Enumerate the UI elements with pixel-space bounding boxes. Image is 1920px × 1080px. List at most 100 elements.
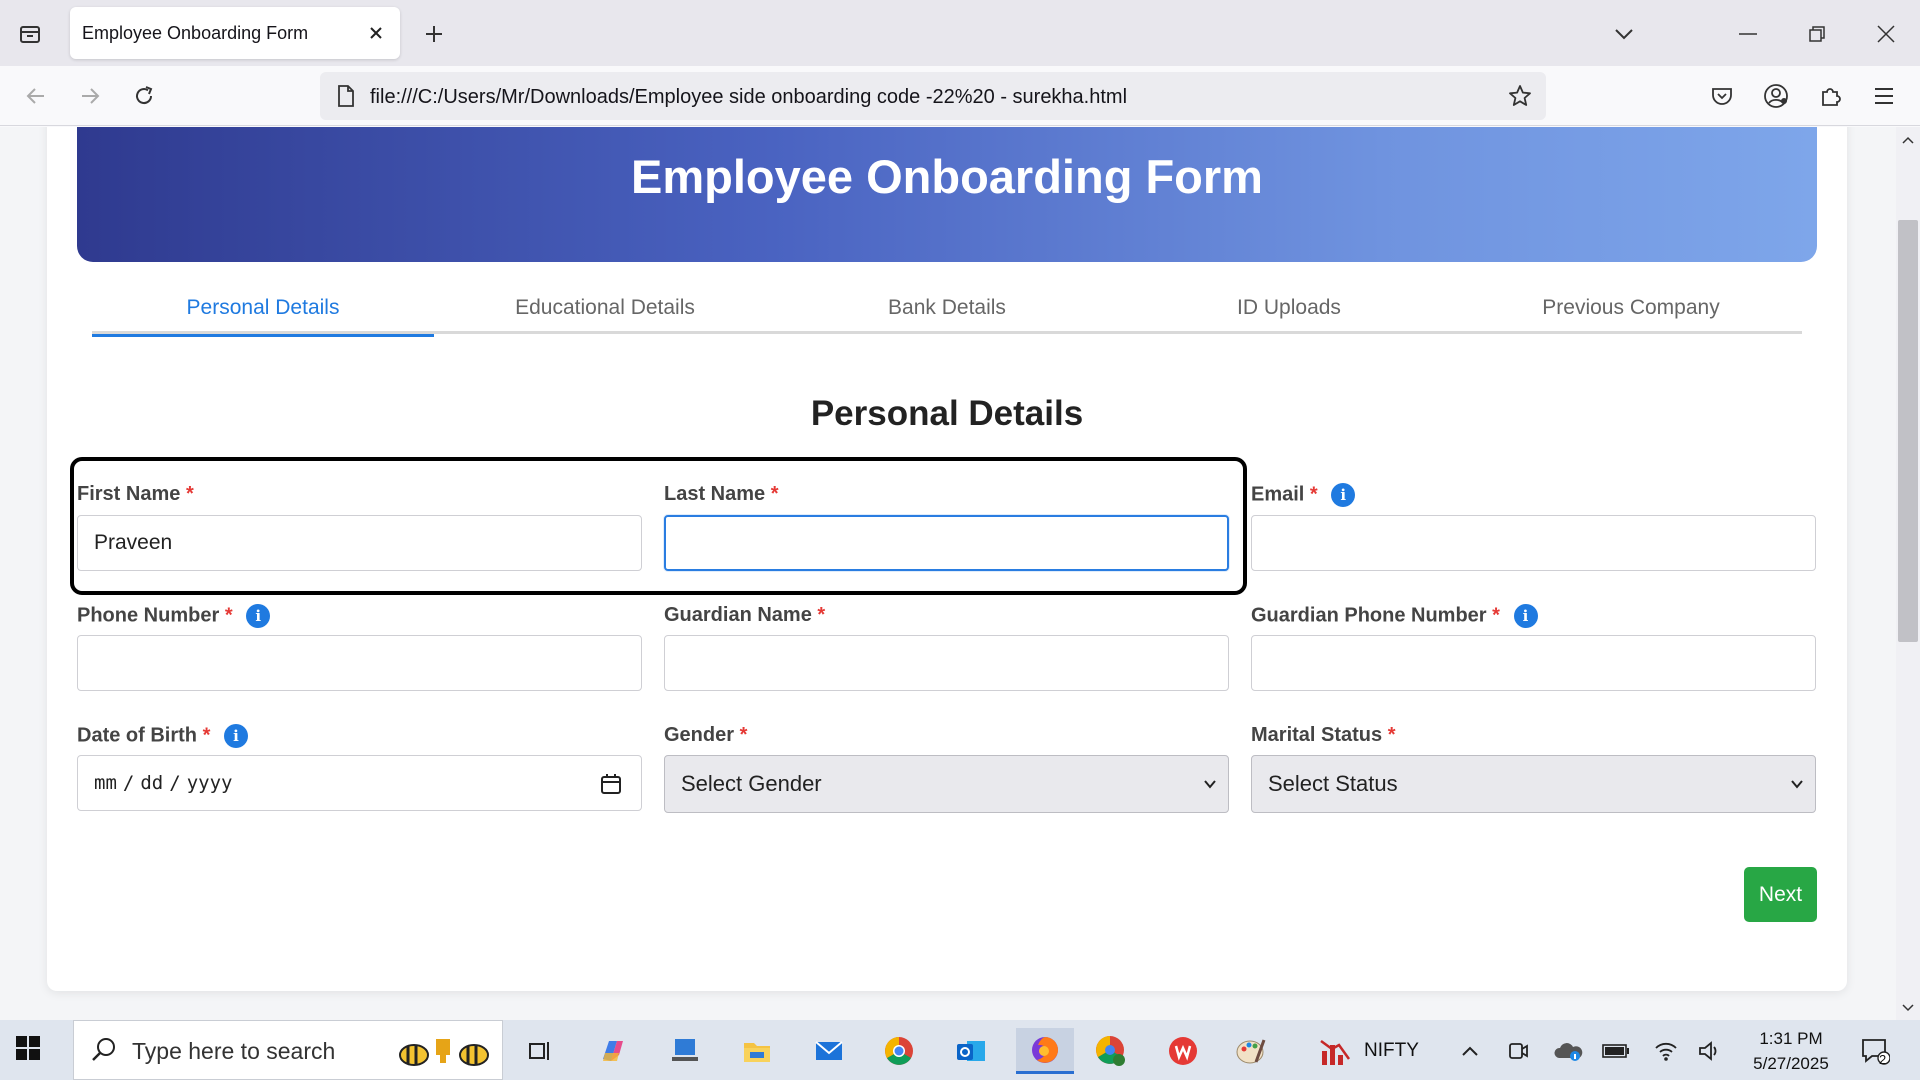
onedrive-icon[interactable]	[1546, 1028, 1590, 1074]
copilot-icon[interactable]	[590, 1028, 636, 1074]
form-card: Employee Onboarding Form Personal Detail…	[47, 127, 1847, 991]
required-asterisk: *	[1387, 724, 1396, 746]
battery-icon[interactable]	[1594, 1028, 1638, 1074]
volume-icon[interactable]	[1688, 1028, 1732, 1074]
wifi-icon[interactable]	[1644, 1028, 1688, 1074]
chevron-down-icon	[1204, 780, 1216, 789]
guardian-name-label: Guardian Name *	[664, 604, 825, 627]
email-input[interactable]	[1251, 515, 1816, 571]
dob-month-segment[interactable]: mm	[94, 772, 117, 794]
dob-info-icon[interactable]: i	[223, 724, 248, 748]
search-highlight-bees-icon	[390, 1033, 498, 1074]
paint-icon[interactable]	[1228, 1028, 1274, 1074]
dob-label: Date of Birth * i	[77, 724, 248, 748]
required-asterisk: *	[1309, 483, 1318, 506]
annotation-highlight-box	[70, 457, 1247, 595]
menu-hamburger-icon[interactable]	[1866, 78, 1902, 114]
guardian-phone-info-icon[interactable]: i	[1513, 604, 1538, 628]
phone-info-icon[interactable]: i	[246, 604, 271, 628]
windows-start-icon[interactable]	[14, 1034, 46, 1066]
bookmark-star-icon[interactable]	[1506, 82, 1534, 110]
marital-status-selected-value: Select Status	[1268, 771, 1398, 796]
url-bar[interactable]: file:///C:/Users/Mr/Downloads/Employee s…	[320, 72, 1546, 120]
section-title: Personal Details	[810, 394, 1084, 433]
clock-date: 5/27/2025	[1753, 1054, 1829, 1073]
tab-list-icon[interactable]	[14, 18, 46, 50]
notification-center-icon[interactable]: 2	[1852, 1028, 1898, 1074]
search-placeholder: Type here to search	[132, 1038, 336, 1064]
taskbar-clock[interactable]: 1:31 PM 5/27/2025	[1736, 1026, 1846, 1076]
url-text[interactable]: file:///C:/Users/Mr/Downloads/Employee s…	[370, 86, 1127, 109]
next-button[interactable]: Next	[1744, 867, 1817, 922]
dob-day-segment[interactable]: dd	[140, 772, 163, 794]
account-icon[interactable]	[1758, 78, 1794, 114]
nifty-label[interactable]: NIFTY	[1364, 1040, 1419, 1062]
outlook-icon[interactable]	[948, 1028, 994, 1074]
pocket-icon[interactable]	[1704, 78, 1740, 114]
required-asterisk: *	[739, 724, 748, 746]
dob-year-segment[interactable]: yyyy	[187, 772, 233, 794]
tab-personal-details[interactable]: Personal Details	[92, 282, 434, 337]
guardian-phone-input[interactable]	[1251, 635, 1816, 691]
marital-status-label: Marital Status *	[1251, 724, 1396, 747]
wps-office-icon[interactable]	[1160, 1028, 1206, 1074]
form-header-title: Employee Onboarding Form	[631, 150, 1263, 203]
page-document-icon[interactable]	[334, 84, 358, 108]
close-window-icon[interactable]	[1866, 14, 1906, 54]
email-info-icon[interactable]: i	[1331, 483, 1356, 507]
forward-arrow-icon[interactable]	[72, 78, 108, 114]
calendar-icon[interactable]	[599, 772, 623, 796]
taskbar-search-box[interactable]: Type here to search	[73, 1020, 503, 1080]
close-tab-icon[interactable]	[364, 21, 388, 45]
task-view-icon[interactable]	[516, 1028, 562, 1074]
extensions-icon[interactable]	[1812, 78, 1848, 114]
scroll-down-arrow-icon[interactable]	[1900, 1000, 1916, 1016]
meet-now-icon[interactable]	[1498, 1028, 1538, 1074]
scroll-up-arrow-icon[interactable]	[1900, 132, 1916, 148]
browser-tab-active[interactable]: Employee Onboarding Form	[70, 7, 400, 59]
form-tabs: Personal Details Educational Details Ban…	[92, 282, 1802, 337]
guardian-phone-label: Guardian Phone Number * i	[1251, 604, 1538, 628]
tab-id-uploads[interactable]: ID Uploads	[1118, 282, 1460, 334]
minimize-icon[interactable]	[1728, 14, 1768, 54]
gender-label-text: Gender	[664, 724, 735, 746]
file-explorer-icon[interactable]	[734, 1028, 780, 1074]
chrome-profile-icon[interactable]	[1088, 1028, 1134, 1074]
gender-select[interactable]: Select Gender	[664, 755, 1229, 813]
firefox-icon[interactable]	[1016, 1028, 1074, 1074]
mail-icon[interactable]	[806, 1028, 852, 1074]
tab-overflow-chevron-icon[interactable]	[1604, 14, 1644, 54]
browser-tabbar: Employee Onboarding Form	[0, 0, 1920, 66]
notification-count-badge: 2	[1879, 1052, 1887, 1067]
reload-icon[interactable]	[126, 78, 162, 114]
phone-number-label: Phone Number * i	[77, 604, 271, 628]
tab-previous-company[interactable]: Previous Company	[1460, 282, 1802, 334]
clock-time: 1:31 PM	[1759, 1029, 1823, 1048]
tab-educational-details[interactable]: Educational Details	[434, 282, 776, 334]
guardian-name-label-text: Guardian Name	[664, 604, 812, 626]
new-tab-icon[interactable]	[418, 18, 450, 50]
dob-separator: /	[169, 772, 181, 794]
tab-bank-details[interactable]: Bank Details	[776, 282, 1118, 334]
form-header-banner: Employee Onboarding Form	[77, 127, 1817, 262]
stock-market-icon[interactable]	[1312, 1028, 1358, 1074]
dob-input[interactable]: mm / dd / yyyy	[77, 755, 642, 811]
chrome-icon[interactable]	[876, 1028, 922, 1074]
email-label-text: Email	[1251, 483, 1305, 506]
gender-selected-value: Select Gender	[681, 771, 822, 796]
windows-taskbar: Type here to search NIFTY 1:31 PM 5/27/2…	[0, 1020, 1920, 1080]
phone-number-input[interactable]	[77, 635, 642, 691]
required-asterisk: *	[1492, 604, 1500, 627]
marital-status-select[interactable]: Select Status	[1251, 755, 1816, 813]
tray-overflow-chevron-icon[interactable]	[1450, 1028, 1490, 1074]
email-label: Email * i	[1251, 483, 1356, 507]
back-arrow-icon[interactable]	[18, 78, 54, 114]
restore-icon[interactable]	[1797, 14, 1837, 54]
guardian-name-input[interactable]	[664, 635, 1229, 691]
computer-icon[interactable]	[662, 1028, 708, 1074]
page-viewport: Employee Onboarding Form Personal Detail…	[0, 127, 1896, 1020]
browser-tab-title: Employee Onboarding Form	[82, 23, 309, 43]
marital-status-label-text: Marital Status	[1251, 724, 1383, 746]
required-asterisk: *	[202, 724, 211, 747]
scrollbar-thumb[interactable]	[1898, 220, 1918, 642]
